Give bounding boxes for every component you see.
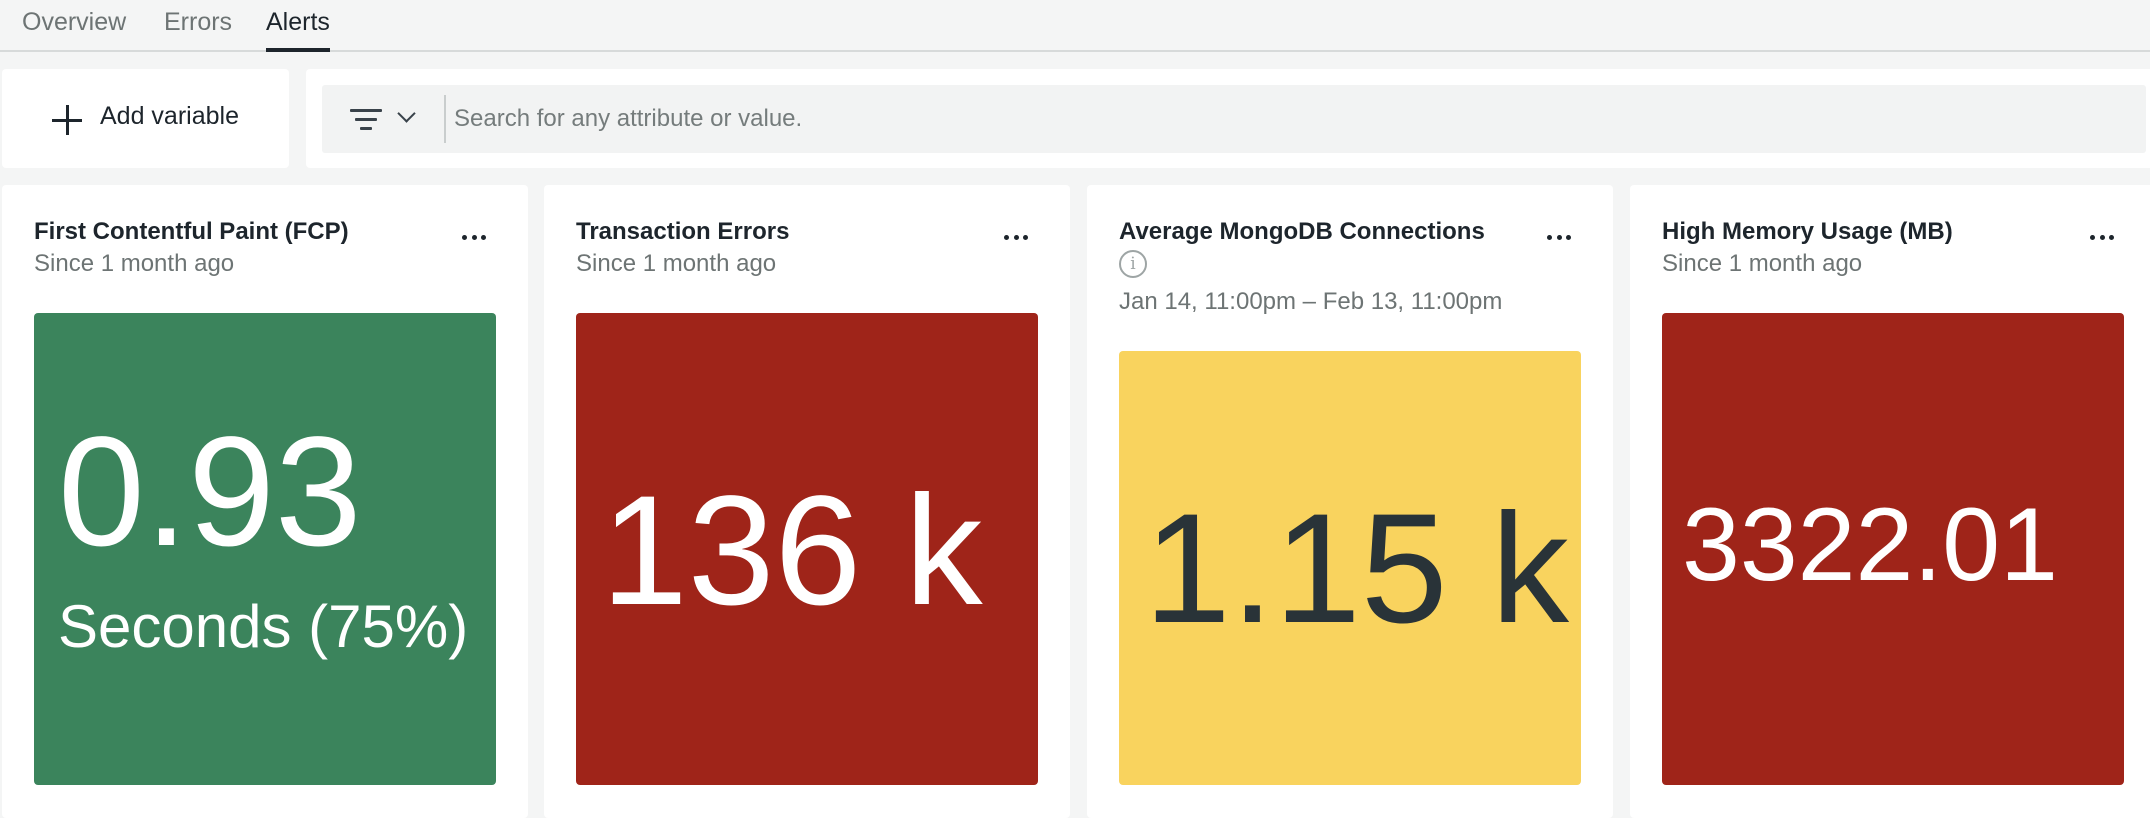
- status-tile: 0.93 Seconds (75%): [34, 313, 496, 785]
- billboard-card-transaction-errors: Transaction Errors Since 1 month ago 136…: [544, 185, 1070, 818]
- add-variable-button[interactable]: Add variable: [2, 69, 289, 168]
- card-title: Average MongoDB Connections: [1119, 218, 1485, 245]
- more-options-icon[interactable]: [1542, 225, 1576, 249]
- divider: [444, 95, 446, 143]
- plus-icon: [52, 105, 82, 135]
- card-subtitle: Since 1 month ago: [576, 250, 777, 277]
- card-subtitle: Since 1 month ago: [34, 250, 235, 277]
- info-icon[interactable]: i: [1119, 250, 1147, 278]
- filter-bar-container: [306, 69, 2150, 168]
- more-options-icon[interactable]: [2085, 225, 2119, 249]
- status-tile: 1.15 k: [1119, 351, 1581, 785]
- billboard-value: 136 k: [601, 464, 983, 638]
- billboard-card-high-memory: High Memory Usage (MB) Since 1 month ago…: [1630, 185, 2150, 818]
- filter-bar: [322, 85, 2146, 153]
- billboard-value: 3322.01: [1682, 487, 2058, 603]
- card-title: Transaction Errors: [576, 218, 790, 245]
- card-title: High Memory Usage (MB): [1662, 218, 1953, 245]
- filter-icon: [350, 109, 382, 131]
- add-variable-label: Add variable: [100, 102, 239, 130]
- tab-overview[interactable]: Overview: [22, 8, 126, 52]
- status-tile: 3322.01: [1662, 313, 2124, 785]
- filter-menu-button[interactable]: [322, 85, 444, 153]
- more-options-icon[interactable]: [457, 225, 491, 249]
- tab-bar: Overview Errors Alerts: [0, 0, 2150, 52]
- status-tile: 136 k: [576, 313, 1038, 785]
- billboard-value: 1.15 k: [1144, 482, 1569, 656]
- time-range: Jan 14, 11:00pm – Feb 13, 11:00pm: [1119, 288, 1503, 315]
- billboard-card-mongodb-connections: Average MongoDB Connections i Jan 14, 11…: [1087, 185, 1613, 818]
- tab-alerts[interactable]: Alerts: [266, 8, 330, 52]
- billboard-card-fcp: First Contentful Paint (FCP) Since 1 mon…: [2, 185, 528, 818]
- chevron-down-icon: [397, 109, 417, 123]
- card-title: First Contentful Paint (FCP): [34, 218, 349, 245]
- more-options-icon[interactable]: [999, 225, 1033, 249]
- search-input[interactable]: [454, 97, 2114, 141]
- tab-errors[interactable]: Errors: [164, 8, 232, 52]
- billboard-value: 0.93: [58, 405, 362, 579]
- billboard-unit: Seconds (75%): [58, 593, 469, 660]
- card-subtitle: Since 1 month ago: [1662, 250, 1863, 277]
